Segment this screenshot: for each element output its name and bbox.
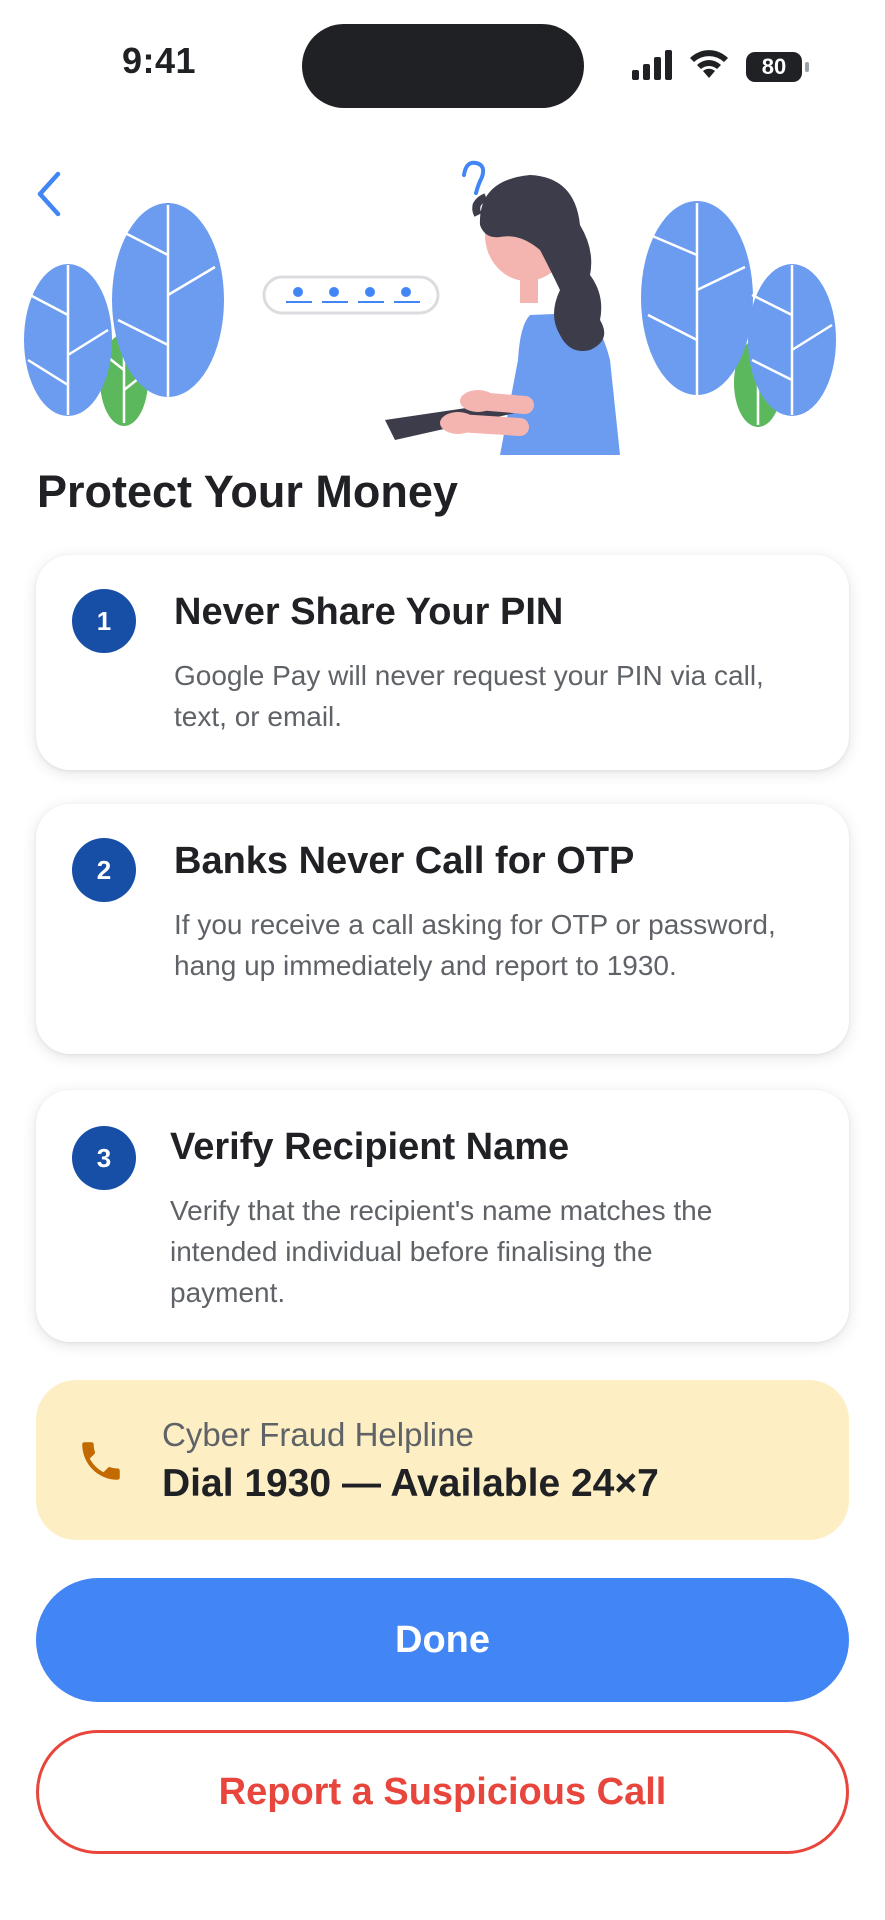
tip-title: Banks Never Call for OTP xyxy=(174,840,635,882)
battery-tip xyxy=(805,62,809,72)
tip-card-2: 2 Banks Never Call for OTP If you receiv… xyxy=(36,804,849,1054)
page-title: Protect Your Money xyxy=(37,466,458,517)
wifi-icon xyxy=(690,50,728,78)
left-plant xyxy=(24,203,224,426)
signal-icon xyxy=(632,50,672,80)
tip-description: If you receive a call asking for OTP or … xyxy=(174,909,776,981)
status-bar: 9:41 80 xyxy=(0,0,885,120)
status-time: 9:41 xyxy=(122,40,197,81)
step-number-badge: 2 xyxy=(72,838,136,902)
battery-icon: 80 xyxy=(746,52,810,82)
done-button[interactable]: Done xyxy=(36,1578,849,1702)
helpline-number: Dial 1930 — Available 24×7 xyxy=(162,1462,659,1505)
person-illustration xyxy=(385,175,620,455)
dynamic-island xyxy=(302,24,584,108)
tip-title: Verify Recipient Name xyxy=(170,1126,570,1168)
helpline-banner[interactable]: Cyber Fraud Helpline Dial 1930 — Availab… xyxy=(36,1380,849,1540)
helpline-label: Cyber Fraud Helpline xyxy=(162,1416,474,1453)
tip-title: Never Share Your PIN xyxy=(174,591,564,633)
tip-description: Verify that the recipient's name matches… xyxy=(170,1195,713,1308)
phone-icon xyxy=(82,1442,120,1480)
step-number-badge: 3 xyxy=(72,1126,136,1190)
step-number-badge: 1 xyxy=(72,589,136,653)
pin-bubble xyxy=(262,275,440,315)
tip-card-3: 3 Verify Recipient Name Verify that the … xyxy=(36,1090,849,1342)
tip-card-1: 1 Never Share Your PIN Google Pay will n… xyxy=(36,555,849,770)
battery-level: 80 xyxy=(746,52,802,82)
hero-illustration xyxy=(24,160,836,455)
tip-description: Google Pay will never request your PIN v… xyxy=(174,660,764,732)
report-suspicious-call-button[interactable]: Report a Suspicious Call xyxy=(36,1730,849,1854)
right-plant xyxy=(641,201,836,427)
